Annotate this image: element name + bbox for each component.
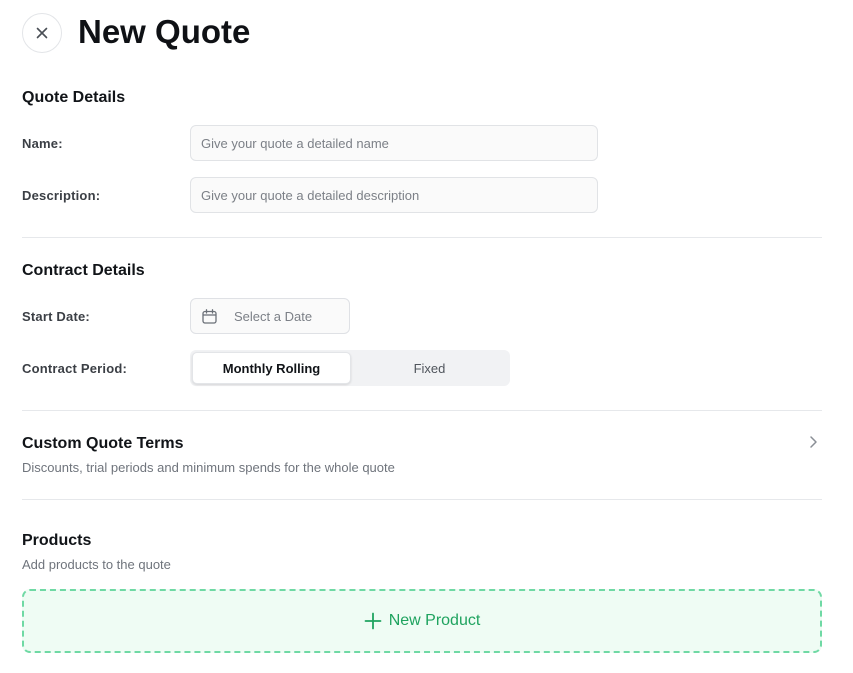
page-title: New Quote [78,13,251,50]
contract-period-label: Contract Period: [22,361,128,376]
description-input[interactable] [190,177,598,213]
close-icon [36,27,48,39]
contract-period-toggle: Monthly Rolling Fixed [190,350,510,386]
start-date-button-label: Select a Date [234,308,313,324]
custom-quote-terms-row[interactable]: Custom Quote Terms Discounts, trial peri… [22,425,822,487]
divider [22,410,822,411]
new-quote-page: New Quote Quote Details Name: Descriptio… [0,0,853,673]
new-product-label: New Product [388,612,481,629]
close-button[interactable] [22,13,62,53]
divider [22,237,822,238]
calendar-icon [202,308,217,324]
custom-terms-heading: Custom Quote Terms [22,435,184,452]
period-option-monthly-rolling[interactable]: Monthly Rolling [192,352,351,384]
start-date-label: Start Date: [22,309,90,324]
name-label: Name: [22,136,63,151]
contract-details-heading: Contract Details [22,262,145,279]
products-subtitle: Add products to the quote [22,557,171,572]
name-input[interactable] [190,125,598,161]
start-date-picker[interactable]: Select a Date [190,298,350,334]
plus-icon [364,612,382,630]
period-option-fixed[interactable]: Fixed [351,352,508,384]
divider [22,499,822,500]
description-label: Description: [22,188,101,203]
new-product-button[interactable]: New Product [22,589,822,653]
custom-terms-subtitle: Discounts, trial periods and minimum spe… [22,460,395,475]
products-heading: Products [22,532,92,549]
quote-details-heading: Quote Details [22,89,126,106]
chevron-right-icon [810,436,817,448]
